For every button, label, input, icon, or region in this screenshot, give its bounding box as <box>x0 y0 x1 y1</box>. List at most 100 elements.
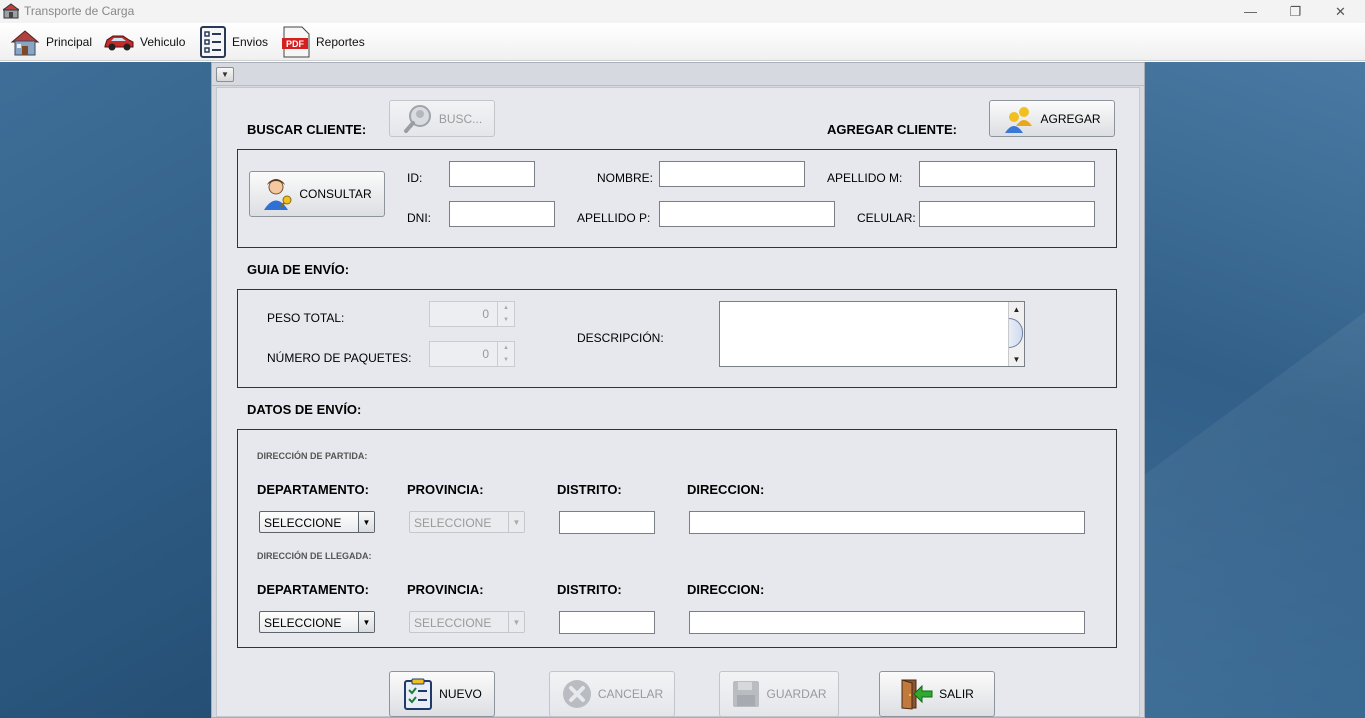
descripcion-field[interactable]: ▲ ▼ <box>719 301 1025 367</box>
peso-label: PESO TOTAL: <box>267 311 345 325</box>
partida-heading: DIRECCIÓN DE PARTIDA: <box>257 451 368 461</box>
dni-label: DNI: <box>407 211 431 225</box>
consultar-button-label: CONSULTAR <box>299 187 372 201</box>
buscar-cliente-label: BUSCAR CLIENTE: <box>247 122 367 137</box>
menu-envios[interactable]: Envios <box>199 25 268 59</box>
menu-principal-label: Principal <box>46 35 93 49</box>
form-container: BUSCAR CLIENTE: BUSC... AGREGAR CLIENTE:… <box>216 87 1140 717</box>
nuevo-button-label: NUEVO <box>439 687 482 701</box>
menu-principal[interactable]: Principal <box>9 25 92 59</box>
guia-section-label: GUIA DE ENVÍO: <box>247 262 350 277</box>
house-icon <box>10 30 40 56</box>
partida-provincia-value: SELECCIONE <box>414 516 492 530</box>
agregar-cliente-label: AGREGAR CLIENTE: <box>827 122 957 137</box>
window-title: Transporte de Carga <box>24 4 135 18</box>
menu-reportes-label: Reportes <box>316 35 365 49</box>
partida-provincia-label: PROVINCIA: <box>407 482 484 497</box>
datos-panel: DIRECCIÓN DE PARTIDA: DEPARTAMENTO: PROV… <box>237 429 1117 648</box>
new-document-icon <box>404 678 433 710</box>
llegada-direccion-field[interactable] <box>689 611 1085 634</box>
partida-provincia-select[interactable]: SELECCIONE ▼ <box>409 511 525 533</box>
minimize-button[interactable]: — <box>1228 0 1273 23</box>
partida-direccion-field[interactable] <box>689 511 1085 534</box>
nuevo-button[interactable]: NUEVO <box>389 671 495 717</box>
llegada-departamento-select[interactable]: SELECCIONE ▼ <box>259 611 375 633</box>
user-search-icon <box>264 179 292 210</box>
add-users-icon <box>1005 106 1033 133</box>
scroll-up-icon[interactable]: ▲ <box>1009 302 1024 316</box>
cancel-icon <box>562 680 591 708</box>
cancelar-button[interactable]: CANCELAR <box>549 671 675 717</box>
peso-spinner[interactable]: 0 ▲ ▼ <box>429 301 515 327</box>
llegada-distrito-label: DISTRITO: <box>557 582 622 597</box>
llegada-direccion-label: DIRECCION: <box>687 582 765 597</box>
descripcion-label: DESCRIPCIÓN: <box>577 331 664 345</box>
buscar-button[interactable]: BUSC... <box>389 100 495 137</box>
exit-door-icon <box>901 679 933 710</box>
celular-field[interactable] <box>919 201 1095 227</box>
dni-field[interactable] <box>449 201 555 227</box>
paquetes-spinner[interactable]: 0 ▲ ▼ <box>429 341 515 367</box>
collapse-icon[interactable]: ▼ <box>216 67 234 82</box>
id-field[interactable] <box>449 161 535 187</box>
envio-internal-frame: ▼ BUSCAR CLIENTE: BUSC... AGREGAR CLIENT… <box>211 62 1145 718</box>
partida-distrito-label: DISTRITO: <box>557 482 622 497</box>
paquetes-up-icon[interactable]: ▲ <box>497 342 514 354</box>
partida-distrito-field[interactable] <box>559 511 655 534</box>
llegada-departamento-label: DEPARTAMENTO: <box>257 582 369 597</box>
peso-down-icon[interactable]: ▼ <box>497 314 514 326</box>
guia-panel: PESO TOTAL: 0 ▲ ▼ NÚMERO DE PAQUETES: 0 … <box>237 289 1117 388</box>
paquetes-label: NÚMERO DE PAQUETES: <box>267 351 412 365</box>
partida-departamento-select[interactable]: SELECCIONE ▼ <box>259 511 375 533</box>
svg-text:PDF: PDF <box>286 39 305 49</box>
llegada-provincia-value: SELECCIONE <box>414 616 492 630</box>
checklist-icon <box>200 26 226 58</box>
llegada-distrito-field[interactable] <box>559 611 655 634</box>
salir-button-label: SALIR <box>939 687 974 701</box>
restore-button[interactable]: ❐ <box>1273 0 1318 23</box>
chevron-down-icon[interactable]: ▼ <box>358 512 374 532</box>
peso-up-icon[interactable]: ▲ <box>497 302 514 314</box>
guardar-button[interactable]: GUARDAR <box>719 671 839 717</box>
id-label: ID: <box>407 171 423 185</box>
llegada-provincia-label: PROVINCIA: <box>407 582 484 597</box>
agregar-button[interactable]: AGREGAR <box>989 100 1115 137</box>
llegada-provincia-select[interactable]: SELECCIONE ▼ <box>409 611 525 633</box>
guardar-button-label: GUARDAR <box>766 687 827 701</box>
chevron-down-icon[interactable]: ▼ <box>508 612 524 632</box>
scroll-down-icon[interactable]: ▼ <box>1009 352 1024 366</box>
scroll-thumb[interactable] <box>1009 318 1023 348</box>
partida-departamento-label: DEPARTAMENTO: <box>257 482 369 497</box>
menu-envios-label: Envios <box>232 35 269 49</box>
consultar-button[interactable]: CONSULTAR <box>249 171 385 217</box>
chevron-down-icon[interactable]: ▼ <box>358 612 374 632</box>
partida-direccion-label: DIRECCION: <box>687 482 765 497</box>
descripcion-scrollbar[interactable]: ▲ ▼ <box>1008 302 1024 366</box>
car-icon <box>104 35 134 51</box>
salir-button[interactable]: SALIR <box>879 671 995 717</box>
apellido-p-field[interactable] <box>659 201 835 227</box>
menu-reportes[interactable]: PDF Reportes <box>281 25 365 59</box>
close-button[interactable]: ✕ <box>1318 0 1363 23</box>
llegada-departamento-value: SELECCIONE <box>264 616 342 630</box>
cliente-panel: CONSULTAR ID: DNI: NOMBRE: APELLIDO P: A… <box>237 149 1117 248</box>
apellido-p-label: APELLIDO P: <box>577 211 651 225</box>
menu-vehiculo-label: Vehiculo <box>140 35 186 49</box>
celular-label: CELULAR: <box>857 211 916 225</box>
nombre-label: NOMBRE: <box>597 171 654 185</box>
nombre-field[interactable] <box>659 161 805 187</box>
llegada-heading: DIRECCIÓN DE LLEGADA: <box>257 551 372 561</box>
menu-vehiculo[interactable]: Vehiculo <box>103 25 185 59</box>
datos-section-label: DATOS DE ENVÍO: <box>247 402 362 417</box>
chevron-down-icon[interactable]: ▼ <box>508 512 524 532</box>
peso-value: 0 <box>482 307 489 321</box>
magnifier-icon <box>403 104 431 133</box>
cancelar-button-label: CANCELAR <box>597 687 664 701</box>
paquetes-down-icon[interactable]: ▼ <box>497 354 514 366</box>
menu-bar: Principal Vehiculo Envios PDF Reportes <box>0 23 1365 61</box>
pdf-icon: PDF <box>282 26 310 58</box>
save-icon <box>733 681 760 707</box>
apellido-m-field[interactable] <box>919 161 1095 187</box>
paquetes-value: 0 <box>482 347 489 361</box>
app-icon <box>3 3 19 19</box>
